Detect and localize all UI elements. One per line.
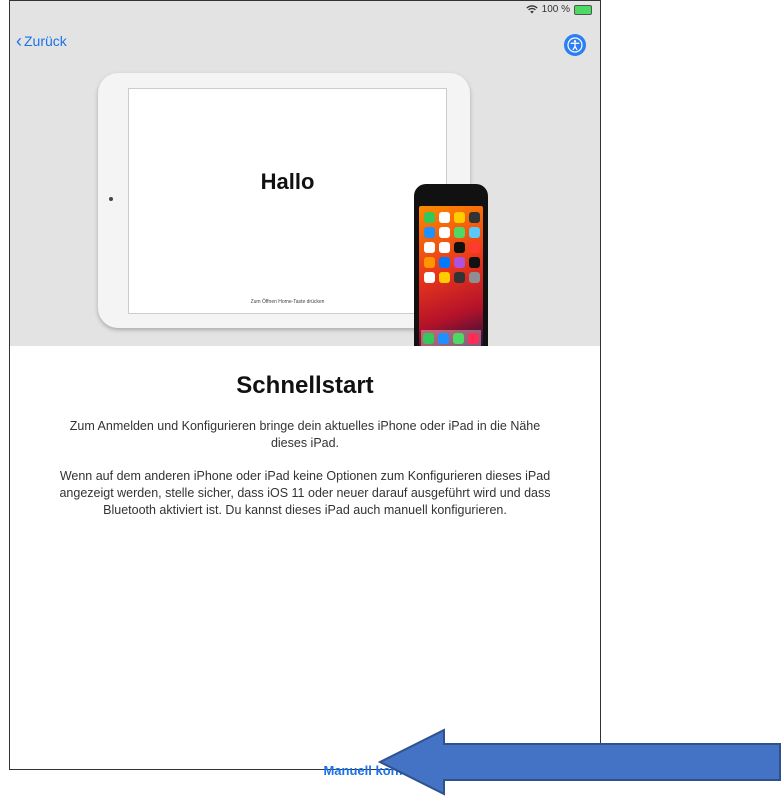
app-icon	[424, 227, 435, 238]
app-icon-grid	[424, 212, 480, 283]
app-icon	[439, 242, 450, 253]
accessibility-button[interactable]	[564, 34, 586, 56]
app-icon	[424, 242, 435, 253]
app-icon	[469, 272, 480, 283]
app-icon	[454, 227, 465, 238]
back-label: Zurück	[24, 33, 67, 49]
ipad-screen-frame: 100 % ‹ Zurück Hallo Zum Öffnen Home-Tas…	[9, 0, 601, 770]
arrow-left-icon	[378, 728, 781, 796]
accessibility-icon	[567, 37, 583, 53]
ipad-home-hint: Zum Öffnen Home-Taste drücken	[250, 299, 325, 305]
back-button[interactable]: ‹ Zurück	[16, 31, 67, 51]
app-icon	[469, 242, 480, 253]
app-icon	[424, 272, 435, 283]
ipad-camera	[109, 197, 113, 201]
app-icon	[424, 257, 435, 268]
battery-icon	[574, 4, 592, 15]
page-title: Schnellstart	[236, 372, 374, 399]
battery-percent: 100 %	[541, 4, 570, 15]
safari-app-icon	[438, 332, 449, 344]
hero-illustration: 100 % ‹ Zurück Hallo Zum Öffnen Home-Tas…	[10, 1, 600, 346]
app-icon	[424, 212, 435, 223]
iphone-dock	[421, 330, 481, 346]
app-icon	[469, 257, 480, 268]
iphone-illustration	[414, 184, 488, 346]
quick-start-content: Schnellstart Zum Anmelden und Konfigurie…	[10, 346, 600, 519]
messages-app-icon	[453, 332, 464, 344]
app-icon	[454, 257, 465, 268]
iphone-illustration-screen	[419, 206, 483, 346]
wifi-icon	[525, 5, 538, 14]
phone-app-icon	[423, 332, 434, 344]
app-icon	[454, 212, 465, 223]
info-paragraph: Wenn auf dem anderen iPhone oder iPad ke…	[59, 469, 551, 517]
app-icon	[469, 212, 480, 223]
app-icon	[439, 257, 450, 268]
app-icon	[439, 227, 450, 238]
music-app-icon	[468, 332, 479, 344]
status-bar: 100 %	[525, 4, 592, 15]
intro-paragraph: Zum Anmelden und Konfigurieren bringe de…	[69, 419, 541, 450]
ipad-illustration-screen: Hallo Zum Öffnen Home-Taste drücken	[128, 88, 447, 314]
app-icon	[439, 272, 450, 283]
app-icon	[469, 227, 480, 238]
ipad-greeting: Hallo	[260, 169, 315, 194]
app-icon	[439, 212, 450, 223]
chevron-left-icon: ‹	[16, 31, 22, 51]
app-icon	[454, 242, 465, 253]
app-icon	[454, 272, 465, 283]
